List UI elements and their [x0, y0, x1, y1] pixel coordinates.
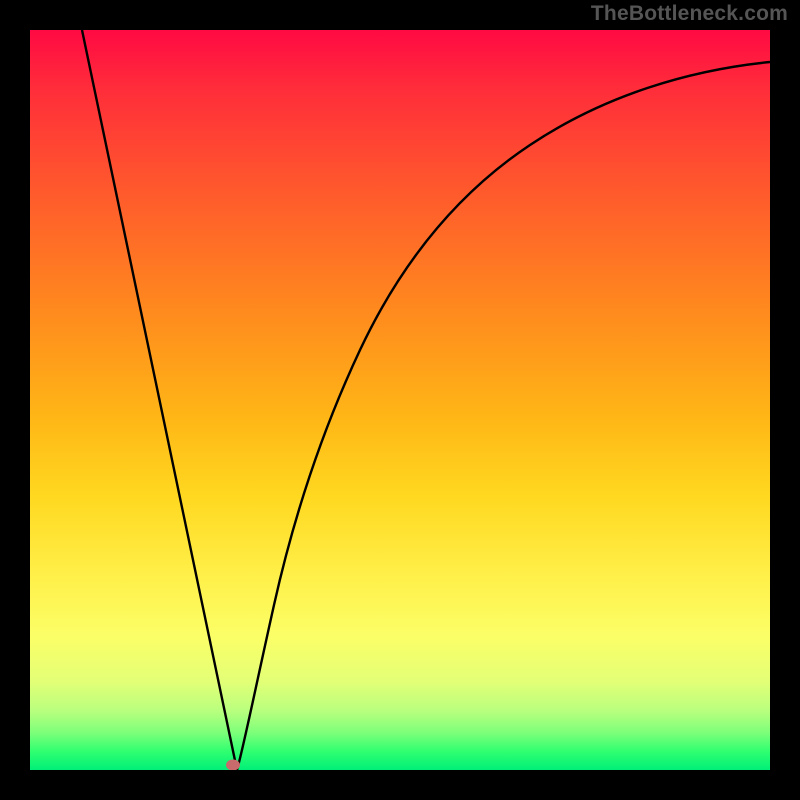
chart-frame: TheBottleneck.com: [0, 0, 800, 800]
plot-area: [30, 30, 770, 770]
attribution-label: TheBottleneck.com: [591, 2, 788, 26]
curve-path: [82, 30, 770, 770]
bottleneck-curve: [30, 30, 770, 770]
optimum-marker: [226, 760, 240, 771]
